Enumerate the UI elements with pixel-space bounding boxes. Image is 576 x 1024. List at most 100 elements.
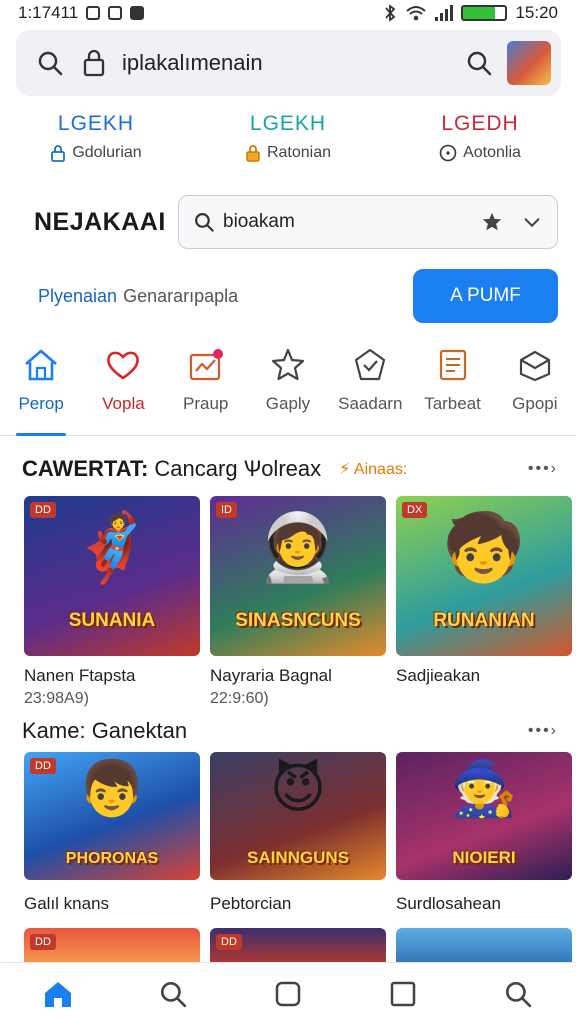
filter-select[interactable]: bioakam (178, 195, 558, 249)
section-header: Kame: Ganektan •••› (22, 718, 558, 744)
more-link[interactable]: •••› (528, 722, 558, 740)
game-card[interactable]: 🧙 NIOIERI Surdlosahean (396, 752, 572, 914)
game-thumbnail[interactable]: DD 👦 PHORONAS (24, 752, 200, 880)
envelope-icon (189, 349, 223, 381)
quick-links: LGEKH Gdolurian LGEKH Ratonian LGEDH Aot… (0, 112, 576, 182)
chevron-down-icon[interactable] (521, 211, 543, 233)
wifi-icon (406, 6, 427, 21)
game-logo: PHORONAS (65, 850, 159, 867)
search-icon (195, 213, 214, 232)
game-logo: SUNANIA (68, 610, 156, 631)
character-icon: 🧑‍🚀 (256, 510, 340, 584)
tab-praup[interactable]: Praup (165, 346, 247, 435)
quick-link-title: LGEKH (57, 112, 135, 135)
filter-value: bioakam (223, 211, 295, 232)
home-icon (44, 981, 71, 1007)
badge-icon (355, 348, 386, 381)
game-card[interactable]: 😈 SAINNGUNS Pebtorcian (210, 752, 386, 914)
game-card[interactable]: DD 🦸 SUNANIA Nanen Ftapsta 23:98A9) (24, 496, 200, 708)
game-carousel: DD 👦 PHORONAS Galıl knans 😈 SAINNGUNS Pe… (24, 752, 576, 914)
battery-icon (461, 5, 508, 21)
game-badge: DD (30, 934, 56, 950)
game-badge: DD (30, 758, 56, 774)
address-bar[interactable]: iplakalımenain (16, 30, 561, 96)
lock-icon (51, 145, 66, 162)
character-icon: 🦸 (70, 510, 154, 584)
tab-label: Praup (183, 394, 229, 413)
game-name: Pebtorcian (210, 894, 292, 913)
game-badge: DD (30, 502, 56, 518)
star-icon (271, 348, 305, 381)
game-card[interactable] (396, 928, 572, 962)
quick-link[interactable]: LGEDH Aotonlia (384, 112, 576, 182)
tab-gpopi[interactable]: Gpopi (494, 346, 576, 435)
game-thumbnail[interactable]: ID 🧑‍🚀 SINASNCUNS (210, 496, 386, 656)
character-icon: 🧒 (442, 510, 526, 584)
game-card[interactable]: DD 👦 PHORONAS Galıl knans (24, 752, 200, 914)
status-clock: 15:20 (515, 3, 558, 22)
quick-link-title: LGEKH (249, 112, 327, 135)
tab-gaply[interactable]: Gaply (247, 346, 329, 435)
game-card[interactable]: DD (24, 928, 200, 962)
search-icon (506, 981, 532, 1007)
game-card[interactable]: ID 🧑‍🚀 SINASNCUNS Nayraria Bagnal 22:9:6… (210, 496, 386, 708)
package-icon (519, 350, 550, 382)
square-icon (390, 981, 416, 1006)
nav-square[interactable] (230, 980, 345, 1008)
avatar[interactable] (507, 41, 551, 85)
game-thumbnail[interactable]: DD (210, 928, 386, 962)
game-thumbnail[interactable]: DX 🧒 RUNANIAN (396, 496, 572, 656)
notification-icon (108, 6, 123, 20)
search-icon[interactable] (36, 49, 64, 77)
game-name: Nanen Ftapsta (24, 666, 136, 685)
game-name: Sadjieakan (396, 666, 481, 685)
game-logo: SINASNCUNS (235, 610, 361, 631)
quick-link[interactable]: LGEKH Gdolurian (0, 112, 192, 182)
star-icon[interactable] (481, 211, 503, 233)
game-thumbnail[interactable]: DD (24, 928, 200, 962)
game-thumbnail[interactable]: 😈 SAINNGUNS (210, 752, 386, 880)
tab-perop[interactable]: Perop (0, 346, 82, 436)
character-icon: 😈 (269, 759, 327, 819)
game-logo: SAINNGUNS (246, 848, 349, 867)
game-badge: ID (216, 502, 237, 518)
brand-title: NEJAKAAI (34, 207, 166, 236)
notification-icon (86, 6, 101, 20)
section-tag: ⚡ Ainaas: (339, 461, 408, 478)
more-link[interactable]: •••› (528, 460, 558, 478)
game-badge: DX (402, 502, 428, 518)
home-icon (25, 349, 57, 381)
promo-button[interactable]: A PUMF (413, 269, 558, 323)
nav-square[interactable] (346, 980, 461, 1008)
tab-tarbeat[interactable]: Tarbeat (411, 346, 493, 435)
quick-link[interactable]: LGEKH Ratonian (192, 112, 384, 182)
bluetooth-icon (385, 4, 396, 22)
status-bar: 1:17411 15:20 (0, 0, 576, 26)
nav-search[interactable] (461, 979, 576, 1009)
game-thumbnail[interactable]: 🧙 NIOIERI (396, 752, 572, 880)
square-icon (275, 981, 301, 1006)
nav-search[interactable] (115, 979, 230, 1009)
search-icon[interactable] (465, 49, 493, 77)
game-thumbnail[interactable] (396, 928, 572, 962)
tab-label: Saadarn (338, 394, 403, 413)
url-text[interactable]: iplakalımenain (122, 50, 465, 76)
section-title: Kame: Ganektan (22, 718, 188, 743)
search-icon (160, 981, 186, 1007)
nav-home[interactable] (0, 978, 115, 1010)
tab-label: Gpopi (512, 394, 558, 413)
quick-link-subtitle: Ratonian (266, 144, 332, 161)
quick-link-subtitle: Aotonlia (463, 144, 521, 161)
tab-saadarn[interactable]: Saadarn (329, 346, 411, 435)
tab-vopla[interactable]: Vopla (82, 346, 164, 435)
game-meta: 22:9:60) (210, 690, 269, 707)
game-logo: NIOIERI (452, 848, 516, 867)
game-thumbnail[interactable]: DD 🦸 SUNANIA (24, 496, 200, 656)
game-meta: 23:98A9) (24, 690, 89, 707)
game-card[interactable]: DX 🧒 RUNANIAN Sadjieakan (396, 496, 572, 708)
clock-icon (439, 144, 457, 162)
game-card[interactable]: DD (210, 928, 386, 962)
promo-highlight: Plyenaian (38, 285, 118, 306)
heart-icon (107, 351, 140, 380)
status-time: 1:17411 (18, 3, 79, 22)
